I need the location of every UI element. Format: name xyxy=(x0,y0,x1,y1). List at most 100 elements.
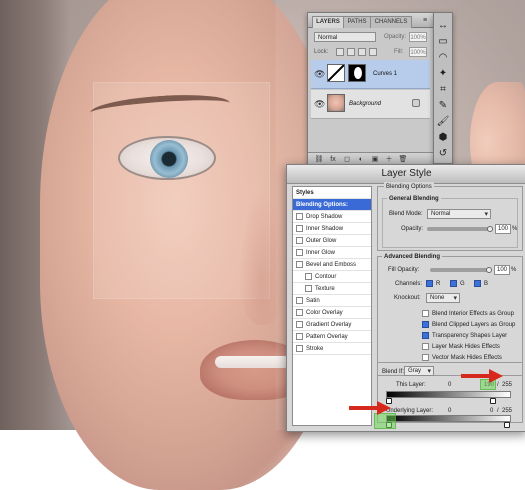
fill-opacity-slider-knob[interactable] xyxy=(486,267,492,273)
style-item-satin[interactable]: Satin xyxy=(293,295,371,307)
fill-opacity-unit: % xyxy=(511,267,517,273)
option-label: Blend Interior Effects as Group xyxy=(432,311,514,317)
style-item-blending-options[interactable]: Blending Options: Custom xyxy=(293,199,371,220)
style-label: Satin xyxy=(306,298,320,304)
underlying-white-knob[interactable] xyxy=(504,422,510,428)
style-checkbox[interactable] xyxy=(296,345,303,352)
lock-transparent-icon[interactable] xyxy=(336,48,344,56)
marquee-tool-icon[interactable]: ▭ xyxy=(436,35,450,49)
crop-tool-icon[interactable]: ⌗ xyxy=(436,83,450,97)
option-checkbox[interactable] xyxy=(422,332,429,339)
style-label: Color Overlay xyxy=(306,310,343,316)
visibility-eye-icon[interactable]: 👁 xyxy=(314,69,325,79)
layers-panel: LAYERS PATHS CHANNELS ≡ Normal Opacity: … xyxy=(307,12,434,168)
style-checkbox[interactable] xyxy=(296,309,303,316)
curves-adjustment-thumbnail[interactable] xyxy=(327,64,345,82)
panel-menu-icon[interactable]: ≡ xyxy=(420,16,430,26)
layer-mask-thumbnail[interactable] xyxy=(348,64,366,82)
tab-layers[interactable]: LAYERS xyxy=(312,16,344,28)
lock-image-icon[interactable] xyxy=(347,48,355,56)
visibility-eye-icon[interactable]: 👁 xyxy=(314,99,325,109)
style-item-inner-shadow[interactable]: Inner Shadow xyxy=(293,223,371,235)
quick-select-tool-icon[interactable]: ✦ xyxy=(436,67,450,81)
underlying-layer-gradient[interactable] xyxy=(386,415,511,422)
style-checkbox[interactable] xyxy=(296,213,303,220)
opacity-slider[interactable] xyxy=(427,227,491,231)
this-layer-left-value: 0 xyxy=(448,382,452,388)
style-label: Outer Glow xyxy=(306,238,337,244)
style-checkbox[interactable] xyxy=(296,321,303,328)
style-item-texture[interactable]: Texture xyxy=(293,283,371,295)
layer-opacity-label: Opacity: xyxy=(384,34,407,40)
channel-r[interactable]: R xyxy=(426,279,444,289)
option-checkbox[interactable] xyxy=(422,343,429,350)
style-item-stroke[interactable]: Stroke xyxy=(293,343,371,355)
style-item-gradient-overlay[interactable]: Gradient Overlay xyxy=(293,319,371,331)
style-item-bevel-and-emboss[interactable]: Bevel and Emboss xyxy=(293,259,371,271)
fill-opacity-field[interactable]: 100 xyxy=(494,265,510,275)
channel-checkbox[interactable] xyxy=(474,280,481,287)
opacity-slider-knob[interactable] xyxy=(487,226,493,232)
style-checkbox[interactable] xyxy=(296,225,303,232)
tab-channels[interactable]: CHANNELS xyxy=(370,16,412,28)
fill-opacity-slider[interactable] xyxy=(430,268,490,272)
option-label: Layer Mask Hides Effects xyxy=(432,344,500,350)
style-item-pattern-overlay[interactable]: Pattern Overlay xyxy=(293,331,371,343)
styles-header[interactable]: Styles xyxy=(293,187,371,199)
this-layer-white-knob[interactable] xyxy=(490,398,496,404)
channel-checkbox[interactable] xyxy=(450,280,457,287)
lock-all-icon[interactable] xyxy=(369,48,377,56)
option-checkbox[interactable] xyxy=(422,310,429,317)
option-checkbox[interactable] xyxy=(422,354,429,361)
opacity-field[interactable]: 100 xyxy=(495,224,511,234)
styles-list: Styles Blending Options: Custom Drop Sha… xyxy=(292,186,372,426)
lasso-tool-icon[interactable]: ◠ xyxy=(436,51,450,65)
channel-label: G xyxy=(460,281,465,287)
style-checkbox[interactable] xyxy=(296,249,303,256)
layer-blend-mode-select[interactable]: Normal xyxy=(314,32,376,42)
layer-fill-field[interactable]: 100% xyxy=(409,47,427,57)
style-checkbox[interactable] xyxy=(305,273,312,280)
layer-style-dialog: Layer Style Styles Blending Options: Cus… xyxy=(286,164,525,432)
style-checkbox[interactable] xyxy=(305,285,312,292)
style-checkbox[interactable] xyxy=(296,333,303,340)
tab-paths[interactable]: PATHS xyxy=(343,16,371,28)
blend-if-select[interactable]: Gray xyxy=(404,366,434,376)
this-layer-max: 255 xyxy=(502,382,513,388)
knockout-label: Knockout: xyxy=(394,295,421,301)
style-label: Drop Shadow xyxy=(306,214,343,220)
layer-fill-label: Fill: xyxy=(394,49,404,55)
style-checkbox[interactable] xyxy=(296,237,303,244)
style-checkbox[interactable] xyxy=(296,261,303,268)
style-item-inner-glow[interactable]: Inner Glow xyxy=(293,247,371,259)
style-checkbox[interactable] xyxy=(296,297,303,304)
style-label: Pattern Overlay xyxy=(306,334,348,340)
move-tool-icon[interactable]: ↔ xyxy=(436,19,450,33)
channel-g[interactable]: G xyxy=(450,279,468,289)
stamp-tool-icon[interactable]: ⬢ xyxy=(436,131,450,145)
this-layer-gradient[interactable] xyxy=(386,391,511,398)
layer-opacity-field[interactable]: 100% xyxy=(409,32,427,42)
channel-checkbox[interactable] xyxy=(426,280,433,287)
background-thumbnail[interactable] xyxy=(327,94,345,112)
layer-blend-row: Normal Opacity: 100% xyxy=(314,32,427,42)
style-item-color-overlay[interactable]: Color Overlay xyxy=(293,307,371,319)
option-label: Blend Clipped Layers as Group xyxy=(432,322,516,328)
style-label: Bevel and Emboss xyxy=(306,262,357,268)
style-item-contour[interactable]: Contour xyxy=(293,271,371,283)
style-item-drop-shadow[interactable]: Drop Shadow xyxy=(293,211,371,223)
style-item-outer-glow[interactable]: Outer Glow xyxy=(293,235,371,247)
layer-row-background[interactable]: 👁 Background xyxy=(311,90,430,119)
option-label: Transparency Shapes Layer xyxy=(432,333,508,339)
eyedropper-tool-icon[interactable]: ✎ xyxy=(436,99,450,113)
knockout-select[interactable]: None xyxy=(426,293,460,303)
channel-b[interactable]: B xyxy=(474,279,492,289)
option-checkbox[interactable] xyxy=(422,321,429,328)
blend-mode-select[interactable]: Normal xyxy=(427,209,491,219)
brush-tool-icon[interactable]: 🖌 xyxy=(436,115,450,129)
lock-position-icon[interactable] xyxy=(358,48,366,56)
opacity-label: Opacity: xyxy=(401,226,424,232)
layer-row-curves[interactable]: 👁 Curves 1 xyxy=(311,60,430,89)
history-brush-tool-icon[interactable]: ↺ xyxy=(436,147,450,161)
general-blending-title: General Blending xyxy=(387,194,441,204)
